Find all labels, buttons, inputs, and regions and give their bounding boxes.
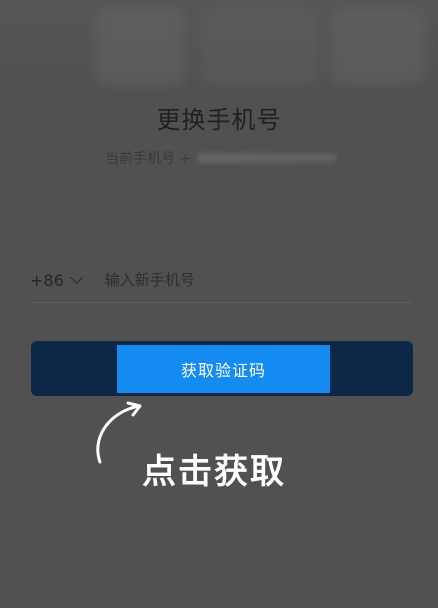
get-code-button[interactable]: 获取验证码 <box>117 345 330 393</box>
blurred-content <box>95 8 185 86</box>
blurred-header-area <box>0 0 438 92</box>
page-title: 更换手机号 <box>156 106 282 134</box>
blurred-content <box>200 8 320 86</box>
country-code-value: +86 <box>30 270 64 290</box>
current-phone-row: 当前手机号 + <box>105 147 338 169</box>
new-phone-input[interactable] <box>104 271 412 289</box>
country-code-selector[interactable]: +86 <box>30 270 83 290</box>
new-phone-row: +86 <box>30 258 412 303</box>
current-phone-label: 当前手机号 + <box>105 151 192 167</box>
masked-phone-number <box>197 153 338 163</box>
chevron-down-icon <box>69 271 83 284</box>
blurred-content <box>330 8 425 86</box>
tutorial-hint-text: 点击获取 <box>142 452 286 492</box>
app-screen: 更换手机号 当前手机号 + +86 获取验证码 点击获取 <box>0 0 438 608</box>
